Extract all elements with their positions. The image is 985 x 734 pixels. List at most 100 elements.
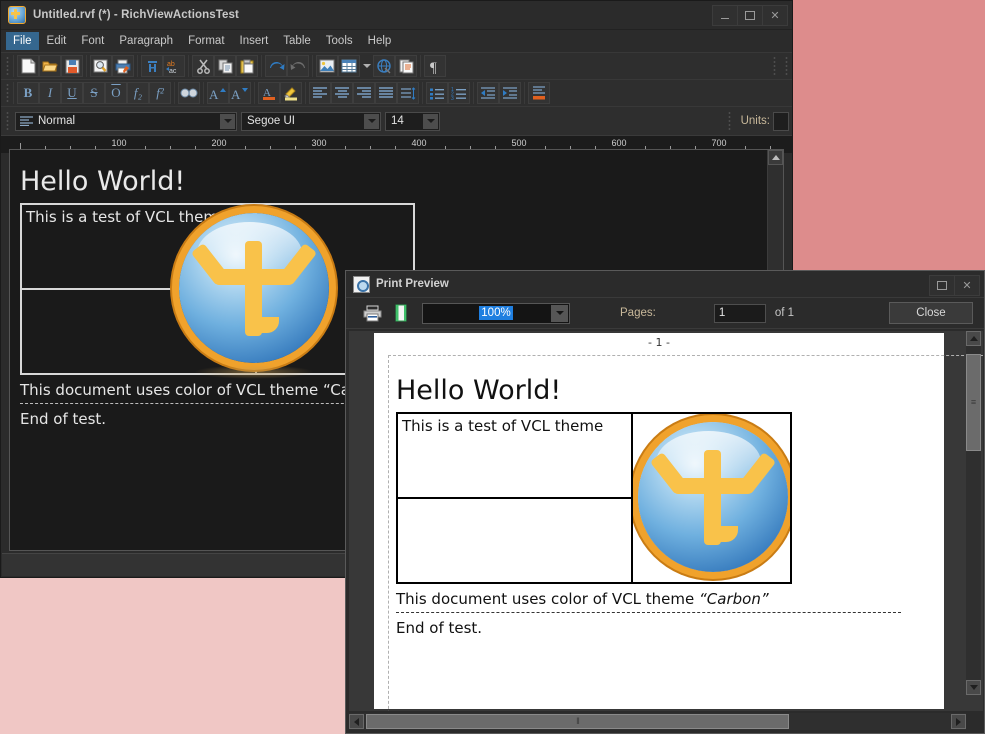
preview-titlebar[interactable]: Print Preview ✕ [346, 271, 984, 297]
app-globe-icon [8, 6, 26, 24]
spelling-glasses-icon[interactable] [178, 82, 200, 104]
style-combo-arrow-icon[interactable] [220, 114, 235, 129]
printer-icon[interactable] [361, 302, 383, 324]
svg-text:A: A [231, 87, 241, 101]
print-preview-icon[interactable] [90, 55, 112, 77]
paragraph-background-icon[interactable] [528, 82, 550, 104]
increase-font-size-icon[interactable]: A [207, 82, 229, 104]
preview-scroll-left-arrow-icon[interactable] [349, 714, 364, 729]
page-number-input[interactable]: 1 [714, 304, 766, 323]
insert-hyperlink-icon[interactable] [373, 55, 395, 77]
close-button[interactable]: Close [889, 302, 973, 324]
cut-icon[interactable] [192, 55, 214, 77]
menu-item-help[interactable]: Help [361, 32, 399, 50]
preview-vertical-scrollbar[interactable]: ≡ [966, 331, 981, 695]
preview-close-button[interactable]: ✕ [954, 275, 980, 296]
scroll-up-arrow-icon[interactable] [768, 150, 783, 165]
toolbar-row-2: B I U S O f₂ f² A A A [1, 79, 792, 106]
zoom-combo[interactable]: 100% [422, 303, 570, 324]
menu-item-file[interactable]: File [6, 32, 39, 50]
menu-item-table[interactable]: Table [276, 32, 318, 50]
paste-icon[interactable] [236, 55, 258, 77]
show-formatting-marks-icon[interactable]: ¶ [424, 55, 446, 77]
superscript-button[interactable]: f² [149, 82, 171, 104]
undo-icon[interactable] [265, 55, 287, 77]
menu-item-insert[interactable]: Insert [233, 32, 276, 50]
insert-note-icon[interactable] [395, 55, 417, 77]
preview-maximize-button[interactable] [929, 275, 955, 296]
open-folder-icon[interactable] [39, 55, 61, 77]
underline-button[interactable]: U [61, 82, 83, 104]
preview-vertical-scroll-thumb[interactable]: ≡ [966, 354, 981, 451]
close-button[interactable]: ✕ [762, 5, 788, 26]
toolbar-grip-right2-icon[interactable] [783, 57, 790, 75]
units-combo[interactable] [773, 112, 789, 131]
zoom-combo-arrow-icon[interactable] [551, 305, 568, 322]
page-setup-icon[interactable] [390, 302, 412, 324]
toolbar-group-fontsize: A A [203, 82, 254, 104]
redo-icon[interactable] [287, 55, 309, 77]
preview-scroll-down-arrow-icon[interactable] [966, 680, 981, 695]
ruler-label-100: 100 [111, 138, 126, 148]
italic-button[interactable]: I [39, 82, 61, 104]
subscript-button[interactable]: f₂ [127, 82, 149, 104]
numbered-list-icon[interactable]: 123 [448, 82, 470, 104]
save-icon[interactable] [61, 55, 83, 77]
combo-grip-icon[interactable] [4, 112, 11, 130]
minimize-button[interactable] [712, 5, 738, 26]
align-justify-icon[interactable] [375, 82, 397, 104]
preview-scroll-area[interactable]: - 1 - Hello World! This is a test of VCL… [349, 331, 983, 711]
format-combo-row: Normal Segoe UI 14 Units: [1, 106, 792, 135]
insert-table-icon[interactable] [338, 55, 360, 77]
toolbar2-grip-icon[interactable] [4, 84, 11, 102]
style-combo[interactable]: Normal [15, 112, 237, 131]
align-center-icon[interactable] [331, 82, 353, 104]
font-size-combo[interactable]: 14 [385, 112, 440, 131]
print-icon[interactable] [112, 55, 134, 77]
toolbar-grip-icon[interactable] [4, 57, 11, 75]
font-combo-arrow-icon[interactable] [364, 114, 379, 129]
preview-horizontal-scroll-thumb[interactable]: ‖ [366, 714, 789, 729]
highlight-color-icon[interactable] [280, 82, 302, 104]
toolbar-group-indent [473, 82, 524, 104]
replace-icon[interactable]: abac [163, 55, 185, 77]
align-left-icon[interactable] [309, 82, 331, 104]
align-right-icon[interactable] [353, 82, 375, 104]
menu-item-font[interactable]: Font [74, 32, 111, 50]
preview-window-controls: ✕ [930, 275, 980, 296]
preview-horizontal-scrollbar[interactable]: ‖ [349, 713, 966, 730]
main-window-title: Untitled.rvf (*) - RichViewActionsTest [33, 9, 239, 21]
font-color-icon[interactable]: A [258, 82, 280, 104]
bold-button[interactable]: B [17, 82, 39, 104]
menu-item-format[interactable]: Format [181, 32, 231, 50]
insert-table-dropdown-icon[interactable] [360, 55, 373, 77]
overline-button[interactable]: O [105, 82, 127, 104]
toolbar-grip-right-icon[interactable] [771, 57, 778, 75]
print-preview-icon [353, 276, 370, 293]
font-combo[interactable]: Segoe UI [241, 112, 381, 131]
svg-text:3: 3 [451, 96, 454, 100]
insert-picture-icon[interactable] [316, 55, 338, 77]
font-combo-value: Segoe UI [242, 115, 295, 127]
units-grip-icon[interactable] [726, 112, 733, 130]
ruler-label-600: 600 [611, 138, 626, 148]
preview-scroll-right-arrow-icon[interactable] [951, 714, 966, 729]
menu-item-paragraph[interactable]: Paragraph [112, 32, 180, 50]
line-spacing-icon[interactable] [397, 82, 419, 104]
maximize-button[interactable] [737, 5, 763, 26]
main-titlebar[interactable]: Untitled.rvf (*) - RichViewActionsTest ✕ [1, 1, 792, 30]
ruler-label-200: 200 [211, 138, 226, 148]
menu-item-edit[interactable]: Edit [40, 32, 74, 50]
decrease-font-size-icon[interactable]: A [229, 82, 251, 104]
preview-scroll-up-arrow-icon[interactable] [966, 331, 981, 346]
find-icon[interactable] [141, 55, 163, 77]
increase-indent-icon[interactable] [499, 82, 521, 104]
new-file-icon[interactable] [17, 55, 39, 77]
strikethrough-button[interactable]: S [83, 82, 105, 104]
paragraph-style-icon [20, 116, 33, 126]
bullet-list-icon[interactable] [426, 82, 448, 104]
font-size-combo-arrow-icon[interactable] [423, 114, 438, 129]
menu-item-tools[interactable]: Tools [319, 32, 360, 50]
decrease-indent-icon[interactable] [477, 82, 499, 104]
copy-icon[interactable] [214, 55, 236, 77]
